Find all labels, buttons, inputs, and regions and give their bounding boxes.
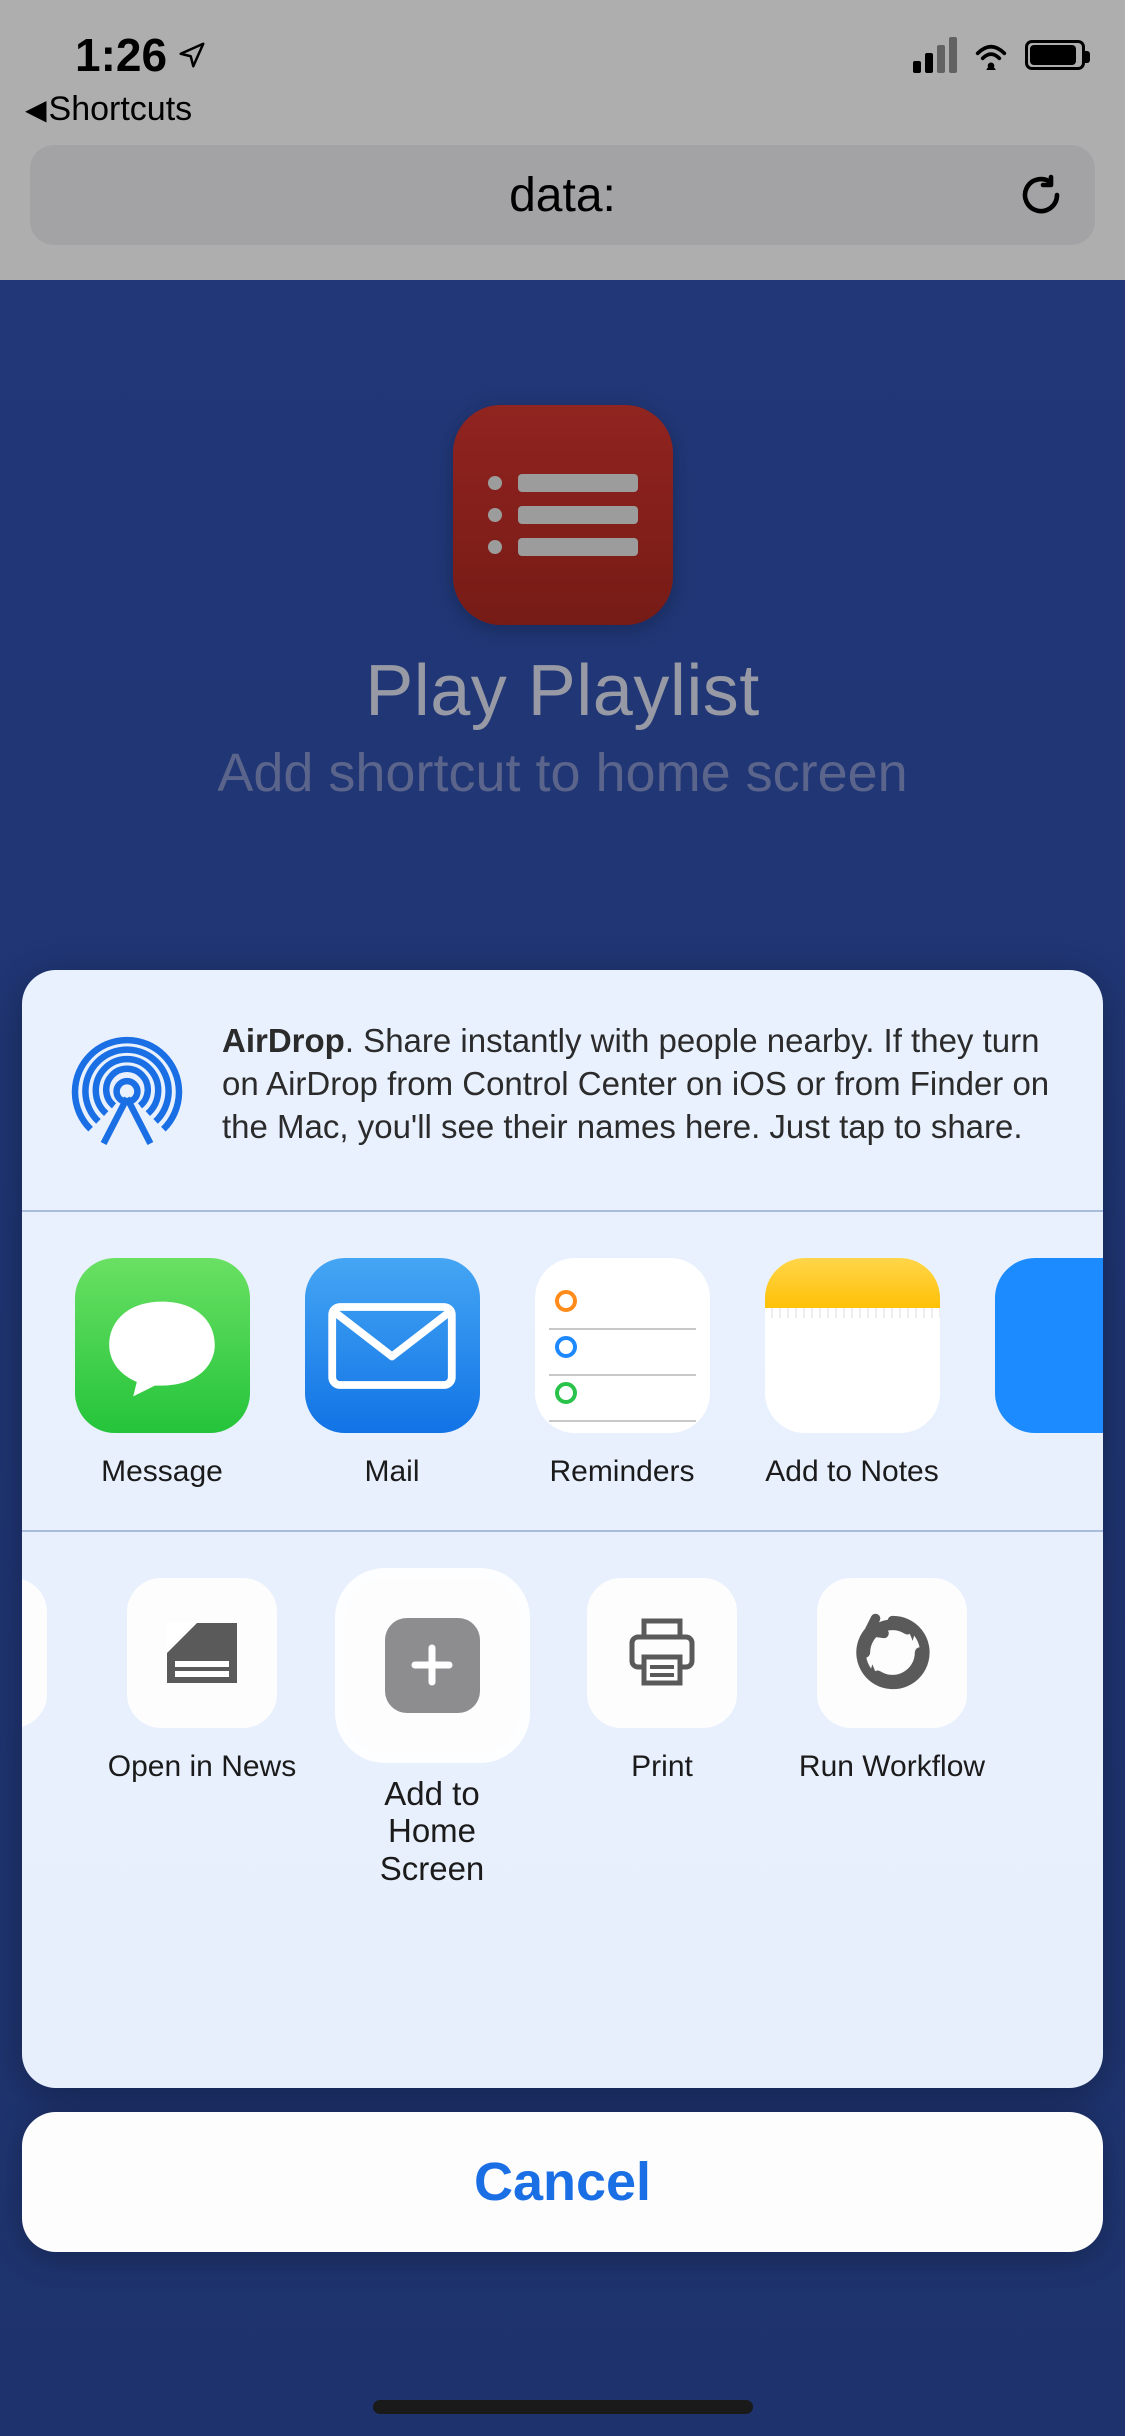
- share-app-label: Add to Notes: [757, 1455, 947, 1490]
- mail-icon: [305, 1258, 480, 1433]
- print-icon: [587, 1578, 737, 1728]
- share-app-label: Message: [67, 1455, 257, 1490]
- share-sheet: AirDrop. Share instantly with people nea…: [22, 970, 1103, 2088]
- share-app-label: Mail: [297, 1455, 487, 1490]
- more-icon: [995, 1258, 1104, 1433]
- share-action-label: Add to Home Screen: [337, 1775, 527, 1889]
- share-app-more[interactable]: [987, 1258, 1103, 1490]
- share-app-label: Reminders: [527, 1455, 717, 1490]
- share-app-mail[interactable]: Mail: [297, 1258, 487, 1490]
- share-app-notes[interactable]: Add to Notes: [757, 1258, 947, 1490]
- share-app-message[interactable]: Message: [67, 1258, 257, 1490]
- safari-chrome: 1:26 ◀ Shortcuts data:: [0, 0, 1125, 280]
- reminders-icon: [535, 1258, 710, 1433]
- share-action-label: Pass: [22, 1750, 67, 1785]
- share-action-label: Run Workflow: [797, 1750, 987, 1785]
- airdrop-section[interactable]: AirDrop. Share instantly with people nea…: [22, 970, 1103, 1210]
- news-icon: [127, 1578, 277, 1728]
- share-actions-row[interactable]: Pass Open in News Add to Home Screen: [22, 1532, 1103, 1929]
- pass-icon: [22, 1578, 47, 1728]
- share-action-label: Open in News: [107, 1750, 297, 1785]
- airdrop-description: AirDrop. Share instantly with people nea…: [222, 1020, 1063, 1149]
- notes-icon: [765, 1258, 940, 1433]
- share-action-add-home[interactable]: Add to Home Screen: [337, 1578, 527, 1889]
- share-action-print[interactable]: Print: [567, 1578, 757, 1889]
- workflow-icon: [817, 1578, 967, 1728]
- message-icon: [75, 1258, 250, 1433]
- cancel-label: Cancel: [474, 2151, 651, 2213]
- share-action-open-news[interactable]: Open in News: [107, 1578, 297, 1889]
- share-action-run-workflow[interactable]: Run Workflow: [797, 1578, 987, 1889]
- add-home-icon: [345, 1578, 520, 1753]
- share-app-reminders[interactable]: Reminders: [527, 1258, 717, 1490]
- airdrop-icon: [62, 1020, 192, 1150]
- share-action-label: Print: [567, 1750, 757, 1785]
- home-indicator[interactable]: [373, 2400, 753, 2414]
- cancel-button[interactable]: Cancel: [22, 2112, 1103, 2252]
- share-action-pass[interactable]: Pass: [22, 1578, 67, 1889]
- share-apps-row[interactable]: Message Mail Reminders Add to Notes: [22, 1212, 1103, 1530]
